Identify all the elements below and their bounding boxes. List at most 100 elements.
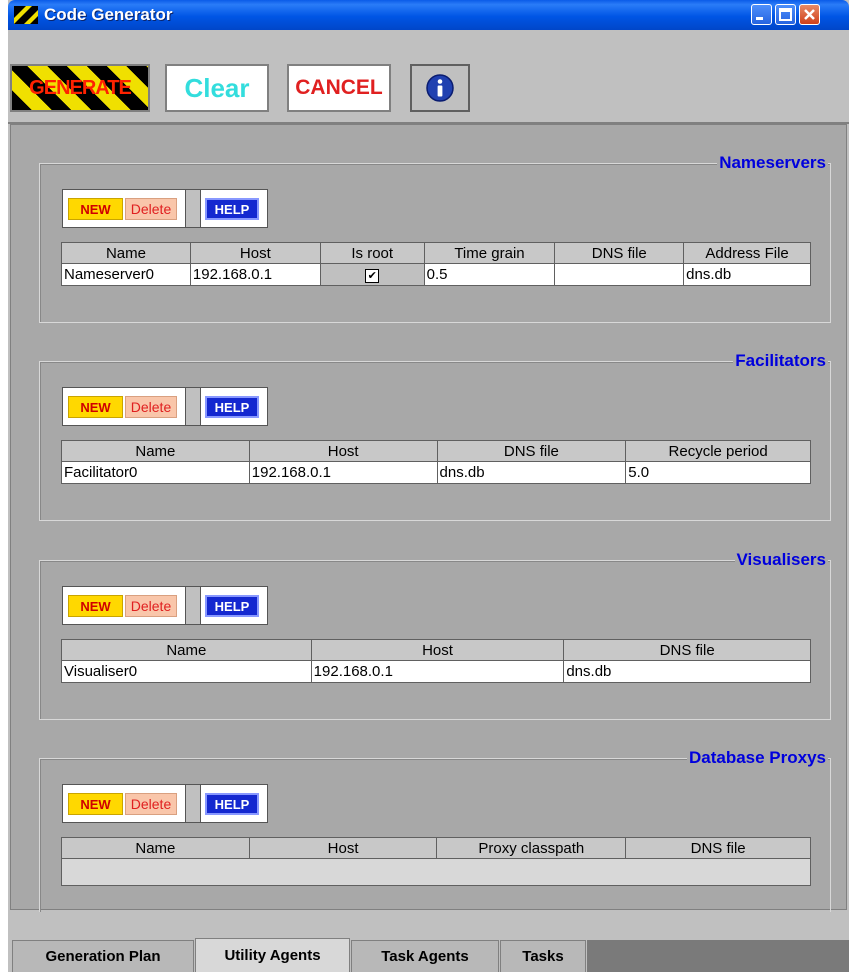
- table-header-row: Name Host DNS file Recycle period: [61, 440, 811, 462]
- database-proxys-button-group: NEW Delete HELP: [62, 784, 268, 823]
- app-icon: [14, 6, 38, 24]
- column-header[interactable]: Name: [61, 837, 250, 859]
- column-header[interactable]: Proxy classpath: [436, 837, 627, 859]
- column-header[interactable]: Host: [189, 242, 321, 264]
- nameservers-help-button[interactable]: HELP: [205, 198, 259, 220]
- generate-button[interactable]: GENERATE: [10, 64, 150, 112]
- minimize-button[interactable]: [751, 4, 772, 25]
- column-header[interactable]: Name: [61, 440, 250, 462]
- cell-dns-file[interactable]: dns.db: [436, 461, 627, 484]
- empty-table-body[interactable]: [61, 858, 811, 886]
- new-label: NEW: [80, 796, 111, 812]
- cell-name[interactable]: Facilitator0: [61, 461, 250, 484]
- tab-label: Utility Agents: [224, 947, 321, 964]
- column-header[interactable]: Address File: [683, 242, 811, 264]
- tab-task-agents[interactable]: Task Agents: [351, 940, 499, 972]
- cancel-button[interactable]: CANCEL: [287, 64, 391, 112]
- is-root-checkbox[interactable]: ✔: [365, 269, 380, 283]
- visualisers-help-button[interactable]: HELP: [205, 595, 259, 617]
- maximize-button[interactable]: [775, 4, 796, 25]
- database-proxys-delete-button[interactable]: Delete: [125, 793, 177, 815]
- table-row[interactable]: Facilitator0 192.168.0.1 dns.db 5.0: [61, 461, 811, 484]
- button-separator: [185, 587, 201, 624]
- cell-dns-file[interactable]: [554, 263, 685, 286]
- tab-generation-plan[interactable]: Generation Plan: [12, 940, 194, 972]
- table-header-row: Name Host DNS file: [61, 639, 811, 661]
- close-button[interactable]: [799, 4, 820, 25]
- cell-host[interactable]: 192.168.0.1: [248, 461, 438, 484]
- visualisers-title: Visualisers: [734, 550, 828, 570]
- visualisers-table: Name Host DNS file Visualiser0 192.168.0…: [61, 639, 811, 683]
- maximize-icon: [779, 8, 792, 21]
- column-header[interactable]: DNS file: [625, 837, 811, 859]
- title-bar[interactable]: Code Generator: [8, 0, 849, 30]
- cell-host[interactable]: 192.168.0.1: [189, 263, 321, 286]
- column-header[interactable]: DNS file: [554, 242, 685, 264]
- nameservers-delete-button[interactable]: Delete: [125, 198, 177, 220]
- new-label: NEW: [80, 201, 111, 217]
- cell-address-file[interactable]: dns.db: [683, 263, 811, 286]
- new-label: NEW: [80, 598, 111, 614]
- tab-tasks[interactable]: Tasks: [500, 940, 586, 972]
- nameservers-table: Name Host Is root Time grain DNS file Ad…: [61, 242, 811, 286]
- column-header[interactable]: Recycle period: [625, 440, 811, 462]
- facilitators-new-button[interactable]: NEW: [68, 396, 123, 418]
- database-proxys-panel: Database Proxys NEW Delete HELP Name Hos…: [39, 748, 831, 918]
- table-row[interactable]: Visualiser0 192.168.0.1 dns.db: [61, 660, 811, 683]
- delete-label: Delete: [130, 796, 172, 812]
- table-row[interactable]: Nameserver0 192.168.0.1 ✔ 0.5 dns.db: [61, 263, 811, 286]
- cell-dns-file[interactable]: dns.db: [563, 660, 811, 683]
- info-button[interactable]: [410, 64, 470, 112]
- code-generator-window: Code Generator GENERATE Clear CANCEL Nam…: [8, 0, 849, 972]
- info-icon: [426, 74, 454, 102]
- nameservers-title: Nameservers: [717, 153, 828, 173]
- cell-recycle-period[interactable]: 5.0: [625, 461, 811, 484]
- facilitators-help-button[interactable]: HELP: [205, 396, 259, 418]
- database-proxys-table: Name Host Proxy classpath DNS file: [61, 837, 811, 886]
- window-title: Code Generator: [44, 5, 173, 24]
- column-header[interactable]: DNS file: [436, 440, 627, 462]
- cell-time-grain[interactable]: 0.5: [423, 263, 556, 286]
- tab-label: Task Agents: [381, 948, 469, 965]
- cell-host[interactable]: 192.168.0.1: [310, 660, 565, 683]
- utility-agents-content: Nameservers NEW Delete HELP Name Host Is…: [10, 124, 847, 918]
- cell-name[interactable]: Visualiser0: [61, 660, 312, 683]
- empty-table-area[interactable]: [61, 858, 811, 886]
- nameservers-new-button[interactable]: NEW: [68, 198, 123, 220]
- column-header[interactable]: Name: [61, 242, 191, 264]
- generate-label: GENERATE: [29, 76, 132, 99]
- delete-label: Delete: [130, 399, 172, 415]
- clear-label: Clear: [184, 72, 250, 103]
- facilitators-button-group: NEW Delete HELP: [62, 387, 268, 426]
- column-header[interactable]: Is root: [319, 242, 425, 264]
- visualisers-new-button[interactable]: NEW: [68, 595, 123, 617]
- facilitators-title: Facilitators: [733, 351, 828, 371]
- help-label: HELP: [214, 399, 250, 415]
- cell-is-root[interactable]: ✔: [319, 263, 425, 286]
- visualisers-delete-button[interactable]: Delete: [125, 595, 177, 617]
- help-label: HELP: [214, 796, 250, 812]
- visualisers-panel: Visualisers NEW Delete HELP Name Host DN…: [39, 550, 831, 720]
- database-proxys-new-button[interactable]: NEW: [68, 793, 123, 815]
- facilitators-table: Name Host DNS file Recycle period Facili…: [61, 440, 811, 484]
- column-header[interactable]: Host: [248, 837, 438, 859]
- cell-name[interactable]: Nameserver0: [61, 263, 191, 286]
- tab-utility-agents[interactable]: Utility Agents: [195, 938, 350, 972]
- button-separator: [185, 785, 201, 822]
- column-header[interactable]: Host: [310, 639, 565, 661]
- database-proxys-help-button[interactable]: HELP: [205, 793, 259, 815]
- column-header[interactable]: Host: [248, 440, 438, 462]
- database-proxys-title: Database Proxys: [686, 748, 828, 768]
- delete-label: Delete: [130, 598, 172, 614]
- cancel-label: CANCEL: [295, 76, 383, 99]
- tab-label: Generation Plan: [45, 948, 161, 965]
- column-header[interactable]: Name: [61, 639, 312, 661]
- delete-label: Delete: [130, 201, 172, 217]
- help-label: HELP: [214, 201, 250, 217]
- column-header[interactable]: DNS file: [563, 639, 811, 661]
- facilitators-delete-button[interactable]: Delete: [125, 396, 177, 418]
- clear-button[interactable]: Clear: [165, 64, 269, 112]
- tab-bar: Generation Plan Utility Agents Task Agen…: [8, 912, 849, 972]
- column-header[interactable]: Time grain: [423, 242, 556, 264]
- close-icon: [804, 9, 815, 20]
